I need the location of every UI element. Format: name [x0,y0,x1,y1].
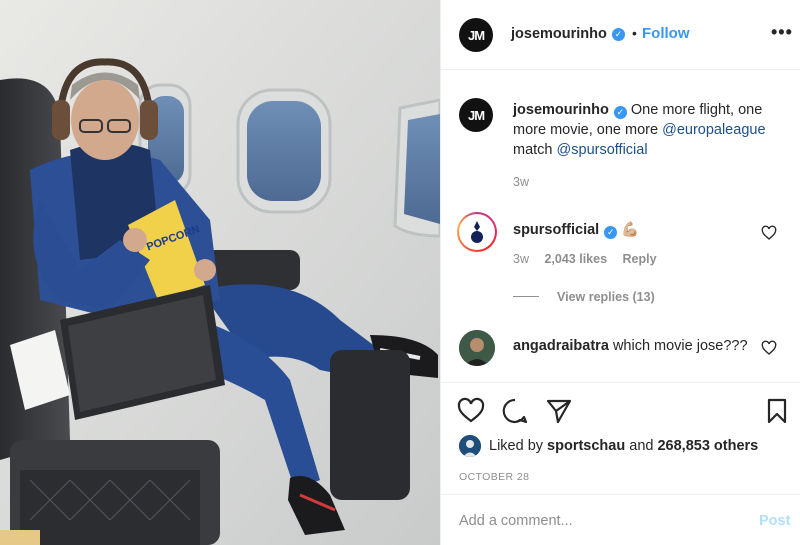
add-comment-bar: Add a comment... Post [441,494,800,545]
mention-spursofficial-link[interactable]: @spursofficial [557,142,648,158]
liked-by-and: and [629,438,654,454]
post-header: JM josemourinho ✓ • Follow ••• [441,0,800,70]
liked-by-summary: Liked by sportschau and 268,853 others [459,435,758,457]
post-date: OCTOBER 28 [459,471,530,483]
caption-verified-icon: ✓ [613,106,627,119]
story-ring[interactable] [457,212,497,252]
comment-likes-link[interactable]: 2,043 likes [544,252,607,266]
comment-emoji: 💪🏼 [621,222,640,238]
header-separator: • [632,25,637,41]
caption-username[interactable]: josemourinho [513,102,609,118]
liked-by-count-link[interactable]: 268,853 others [657,438,758,454]
save-bookmark-icon[interactable] [763,397,791,425]
post-panel: JM josemourinho ✓ • Follow ••• JM josemo… [440,0,800,545]
caption-text: josemourinho ✓ One more flight, one more … [513,100,783,160]
comment-body: which movie jose??? [612,338,748,354]
liker-avatar[interactable] [459,435,481,457]
verified-badge-icon: ✓ [612,28,625,41]
reply-button[interactable]: Reply [623,252,657,266]
spurs-cockerel-icon [471,221,483,243]
comment-verified-icon: ✓ [604,226,618,239]
comment-timestamp: 3w [513,252,529,266]
commenter-avatar-image [459,330,495,366]
follow-button[interactable]: Follow [642,25,690,42]
comment-username[interactable]: spursofficial [513,222,599,238]
comment-text: angadraibatra which movie jose??? [513,336,753,356]
caption-timestamp: 3w [513,175,529,189]
liked-by-prefix: Liked by [489,438,544,454]
spurs-avatar [459,214,495,250]
comment-meta: 3w 2,043 likes Reply [513,252,669,266]
caption-avatar[interactable]: JM [459,98,493,132]
comment-username[interactable]: angadraibatra [513,338,609,354]
comment-bubble-icon[interactable] [501,397,529,425]
caption-body-2: match [513,142,553,158]
author-username[interactable]: josemourinho [511,26,607,42]
more-options-icon[interactable]: ••• [771,22,793,43]
comment-text: spursofficial ✓ 💪🏼 [513,220,753,240]
author-avatar-initials: JM [467,27,485,43]
commenter-avatar[interactable] [459,330,495,366]
comment-like-heart-icon[interactable] [761,340,777,356]
view-replies-line [513,296,539,297]
like-heart-icon[interactable] [457,397,485,425]
view-replies-label: View replies (13) [557,290,655,304]
share-paper-plane-icon[interactable] [545,397,573,425]
view-replies-button[interactable]: View replies (13) [513,290,655,304]
post-actions: Liked by sportschau and 268,853 others O… [441,382,800,545]
mention-europaleague-link[interactable]: @europaleague [662,122,765,138]
liked-by-user-link[interactable]: sportschau [547,438,625,454]
caption-avatar-initials: JM [467,107,485,123]
comment-like-heart-icon[interactable] [761,225,777,241]
add-comment-input[interactable]: Add a comment... [459,513,573,529]
author-avatar[interactable]: JM [459,18,493,52]
post-photo: POPCORN [0,0,440,545]
post-comment-button[interactable]: Post [759,513,790,529]
photo-illustration: POPCORN [0,0,440,545]
liker-avatar-image [459,435,481,457]
